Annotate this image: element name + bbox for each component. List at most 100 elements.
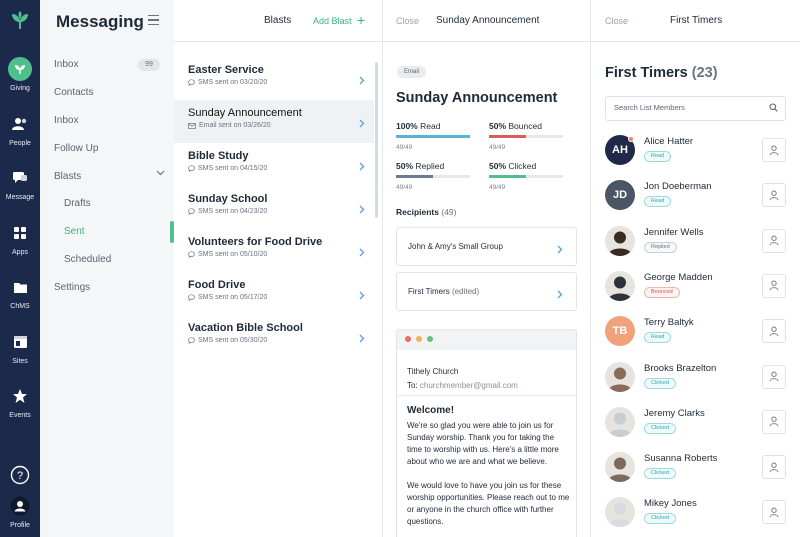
stat-read: 100% Read 49/49 (396, 121, 470, 151)
recipient-card[interactable]: First Timers (edited) (396, 272, 577, 311)
blast-title: Volunteers for Food Drive (188, 236, 323, 248)
view-person-button[interactable] (762, 364, 786, 389)
rail-item-chms[interactable]: ChMS (0, 275, 40, 310)
sms-icon (188, 208, 195, 215)
search-icon[interactable] (769, 103, 778, 112)
chevron-right-icon[interactable] (359, 330, 365, 348)
nav-item-sent[interactable]: Sent (64, 226, 85, 237)
chevron-right-icon[interactable] (359, 201, 365, 219)
member-row[interactable]: Brooks Brazelton Clicked (605, 361, 786, 398)
search-members-box (605, 96, 786, 121)
member-status-badge: Replied (644, 241, 677, 253)
member-status-badge: Read (644, 332, 672, 344)
blast-subtitle: SMS sent on 05/17/20 (188, 294, 267, 301)
view-person-button[interactable] (762, 138, 786, 162)
type-pill: Email (397, 66, 427, 78)
chevron-right-icon[interactable] (359, 287, 365, 305)
divider (397, 395, 576, 396)
add-blast-button[interactable]: Add Blast (313, 16, 352, 26)
person-icon (769, 326, 779, 337)
nav-item-inbox[interactable]: Inbox (54, 59, 78, 70)
blast-row[interactable]: Vacation Bible School SMS sent on 05/30/2… (174, 315, 374, 358)
member-status-badge: Read (644, 196, 672, 208)
view-person-button[interactable] (762, 183, 786, 208)
member-row[interactable]: George Madden Bounced (605, 270, 786, 307)
people-icon (8, 112, 32, 136)
nav-item-contacts[interactable]: Contacts (54, 87, 93, 98)
nav-item-blasts[interactable]: Blasts (54, 171, 81, 182)
chevron-right-icon[interactable] (557, 241, 563, 259)
blast-row[interactable]: Food Drive SMS sent on 05/17/20 (174, 272, 374, 315)
member-row[interactable]: Jeremy Clarks Clicked (605, 406, 786, 443)
person-icon (769, 235, 779, 246)
chevron-right-icon[interactable] (557, 286, 563, 304)
member-row[interactable]: Mikey Jones Clicked (605, 497, 786, 533)
rail-item-profile[interactable]: Profile (0, 494, 40, 529)
rail-item-people[interactable]: People (0, 112, 40, 147)
rail-label: ChMS (10, 303, 30, 310)
member-row[interactable]: Jennifer Wells Replied (605, 225, 786, 262)
first-timers-header-title: First Timers (670, 15, 723, 26)
stat-count: 49/49 (489, 183, 506, 191)
chevron-right-icon[interactable] (359, 72, 365, 90)
preview-to: To: churchmember@gmail.com (407, 381, 518, 390)
person-icon (769, 190, 779, 201)
unread-dot (628, 136, 634, 142)
announcement-panel: Close Sunday Announcement Email Sunday A… (383, 0, 591, 537)
avatar (605, 270, 635, 301)
blast-subtitle: SMS sent on 05/30/20 (188, 337, 267, 344)
recipient-card[interactable]: John & Amy's Small Group (396, 227, 577, 266)
menu-icon[interactable] (148, 15, 159, 28)
stat-replied: 50% Replied 49/49 (396, 161, 470, 191)
view-person-button[interactable] (762, 228, 786, 253)
view-person-button[interactable] (762, 273, 786, 298)
member-status-badge: Clicked (644, 422, 677, 434)
member-row[interactable]: TB Terry Baltyk Read (605, 316, 786, 352)
close-button[interactable]: Close (396, 16, 419, 26)
member-status-badge: Clicked (644, 377, 677, 389)
nav-item-inbox-2[interactable]: Inbox (54, 115, 78, 126)
blast-row[interactable]: Sunday School SMS sent on 04/23/20 (174, 186, 374, 229)
view-person-button[interactable] (762, 319, 786, 344)
blast-row[interactable]: Sunday Announcement Email sent on 03/26/2… (174, 100, 374, 143)
view-person-button[interactable] (762, 409, 786, 434)
chevron-down-icon[interactable] (156, 170, 165, 176)
blast-title: Vacation Bible School (188, 322, 303, 334)
rail-item-apps[interactable]: Apps (0, 221, 40, 256)
view-person-button[interactable] (762, 455, 786, 480)
rail-item-giving[interactable]: Giving (0, 57, 40, 92)
person-icon (769, 416, 779, 427)
stat-label: 50% Replied (396, 161, 445, 171)
plus-icon[interactable]: + (357, 12, 365, 28)
app-rail: Giving People Message Apps ChMS Sites Ev… (0, 0, 40, 537)
rail-item-sites[interactable]: Sites (0, 330, 40, 365)
member-status-badge: Bounced (644, 286, 680, 298)
blast-row[interactable]: Easter Service SMS sent on 03/20/20 (174, 57, 374, 100)
nav-item-scheduled[interactable]: Scheduled (64, 254, 111, 265)
rail-item-events[interactable]: Events (0, 384, 40, 419)
search-input[interactable] (614, 103, 764, 112)
giving-icon (8, 57, 32, 81)
nav-item-follow-up[interactable]: Follow Up (54, 143, 98, 154)
rail-item-help[interactable]: ? (0, 463, 40, 487)
sms-icon (188, 251, 195, 258)
stat-bar (489, 175, 563, 178)
view-person-button[interactable] (762, 500, 786, 525)
recipient-name: First Timers (edited) (408, 287, 480, 296)
avatar (605, 452, 635, 483)
blast-row[interactable]: Volunteers for Food Drive SMS sent on 05/… (174, 229, 374, 272)
chevron-right-icon[interactable] (359, 244, 365, 262)
chevron-right-icon[interactable] (359, 158, 365, 176)
member-row[interactable]: JD Jon Doeberman Read (605, 180, 786, 216)
scrollbar[interactable] (375, 62, 378, 218)
rail-item-message[interactable]: Message (0, 166, 40, 201)
blast-row[interactable]: Bible Study SMS sent on 04/15/20 (174, 143, 374, 186)
close-button[interactable]: Close (605, 16, 628, 26)
stat-count: 49/49 (396, 143, 413, 151)
nav-item-drafts[interactable]: Drafts (64, 198, 91, 209)
chevron-right-icon[interactable] (359, 115, 365, 133)
nav-item-settings[interactable]: Settings (54, 282, 90, 293)
member-row[interactable]: Susanna Roberts Clicked (605, 452, 786, 488)
preview-greeting: Welcome! (407, 405, 455, 416)
member-row[interactable]: AH Alice Hatter Read (605, 135, 786, 171)
